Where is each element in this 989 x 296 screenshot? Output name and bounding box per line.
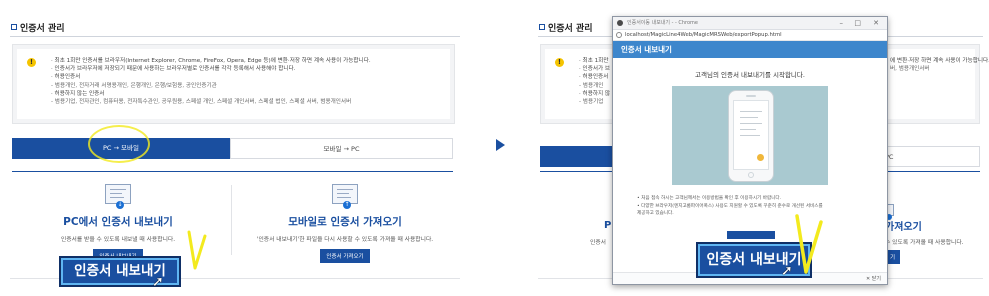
- export-title: PC에서 인증서 내보내기: [63, 216, 173, 228]
- tab-pc-to-mobile[interactable]: [540, 146, 620, 167]
- certificate-icon: [733, 100, 769, 170]
- highlight-circle: [88, 125, 150, 163]
- seal-icon: [757, 154, 764, 161]
- popup-titlebar: 인증서이동 내보내기 - - Chrome – □ ✕: [613, 17, 887, 30]
- download-badge-icon: ↓: [116, 201, 124, 209]
- maximize-icon[interactable]: □: [854, 17, 861, 30]
- title-divider: [10, 36, 460, 37]
- document-export-icon: ↓: [105, 184, 131, 209]
- import-desc-partial: 수 있도록 가져올 때 사용합니다.: [885, 240, 964, 246]
- info-box: ! · 최초 1회만 인증서를 브라우저(Internet Explorer, …: [12, 44, 455, 124]
- popup-url: localhost/MagicLine4Web/MagicMRSWeb/expo…: [625, 32, 782, 38]
- popup-notes: • 처음 접속 하시는 고객님께서는 이용방법을 확인 후 이용하시기 바랍니다…: [637, 196, 823, 216]
- check-mark-annotation: [795, 214, 823, 274]
- document-import-icon: ↑: [332, 184, 358, 209]
- section-square-icon: [11, 24, 17, 30]
- import-button[interactable]: 인증서 가져오기: [320, 249, 370, 263]
- section-title: 인증서 관리: [539, 21, 593, 34]
- address-bar[interactable]: localhost/MagicLine4Web/MagicMRSWeb/expo…: [613, 30, 887, 41]
- export-title-partial: P: [604, 220, 612, 231]
- popup-export-button[interactable]: [727, 231, 775, 239]
- tab-bar: PC → 모바일 모바일 → PC: [12, 138, 453, 159]
- next-step-arrow-icon: [496, 139, 505, 151]
- close-button[interactable]: ✕ 닫기: [866, 276, 881, 282]
- close-window-icon[interactable]: ✕: [873, 17, 879, 30]
- mouse-cursor-icon: ➚: [781, 263, 793, 279]
- info-text: · 최초 1회만 인증서를 브라우저(Internet Explorer, Ch…: [51, 58, 371, 106]
- chrome-icon: [617, 20, 623, 26]
- globe-icon: [616, 32, 622, 38]
- info-text-right: 에 변환·저장 하면 계속 사용이 가능합니다. 버, 범용개인서버: [890, 58, 989, 73]
- popup-window-title: 인증서이동 내보내기 - - Chrome: [627, 20, 698, 26]
- import-feature: ↑ 모바일로 인증서 가져오기 '인증서 내보내기'한 파일을 다시 사용할 수…: [235, 180, 455, 263]
- mouse-cursor-icon: ➚: [152, 274, 164, 290]
- tab-mobile-to-pc[interactable]: 모바일 → PC: [230, 138, 453, 159]
- warning-icon: !: [27, 58, 36, 67]
- import-title: 모바일로 인증서 가져오기: [288, 216, 402, 228]
- import-desc: '인증서 내보내기'한 파일을 다시 사용할 수 있도록 가져올 때 사용합니다…: [256, 237, 434, 243]
- check-mark-annotation: [187, 230, 207, 270]
- popup-message: 고객님의 인증서 내보내기를 시작합니다.: [695, 71, 805, 79]
- popup-header: 인증서 내보내기: [613, 41, 887, 58]
- section-title: 인증서 관리: [11, 21, 65, 34]
- info-text-left: · 최초 1회만 · 인증서가 브 · 허용인증서 - 범용개인 · 허용하지 …: [579, 58, 611, 106]
- export-desc-partial: 인증서: [590, 240, 606, 246]
- left-screen: 인증서 관리 ! · 최초 1회만 인증서를 브라우저(Internet Exp…: [0, 0, 470, 296]
- phone-illustration: [672, 86, 828, 185]
- section-square-icon: [539, 24, 545, 30]
- feature-divider: [231, 185, 232, 255]
- minimize-icon[interactable]: –: [840, 17, 844, 30]
- tab-mobile-to-pc[interactable]: PC: [880, 146, 980, 167]
- phone-icon: [728, 90, 774, 182]
- warning-icon: !: [555, 58, 564, 67]
- upload-badge-icon: ↑: [343, 201, 351, 209]
- tab-divider: [12, 171, 453, 172]
- import-title-partial: 가져오기: [885, 222, 922, 233]
